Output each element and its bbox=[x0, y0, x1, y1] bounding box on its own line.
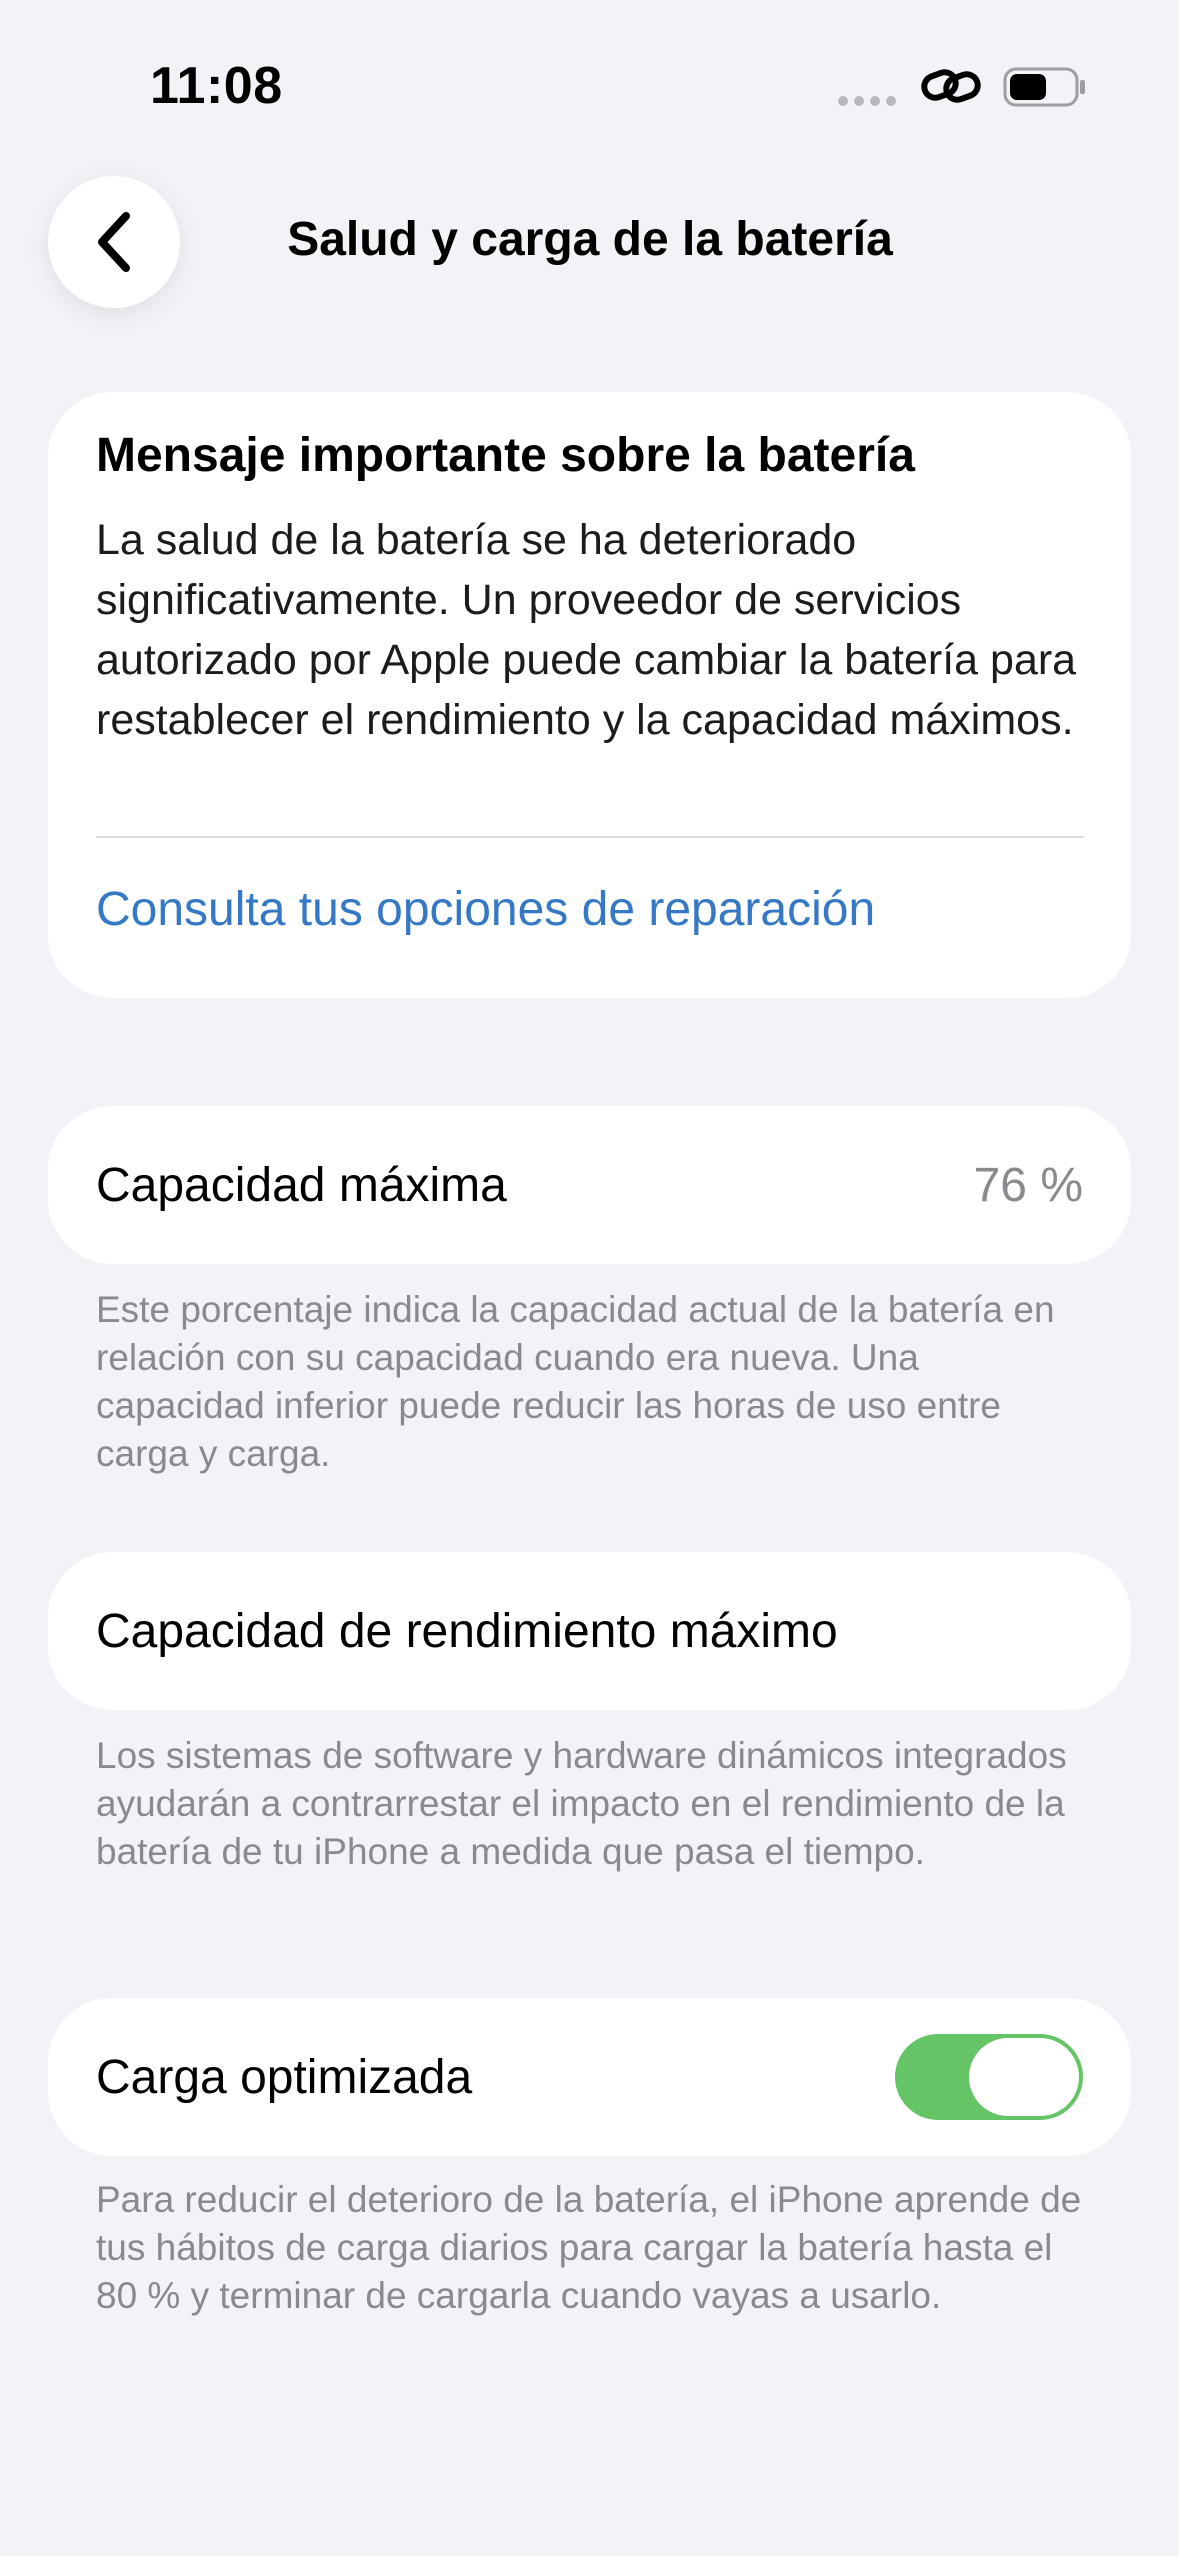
cellular-signal-icon bbox=[838, 96, 896, 106]
toggle-knob bbox=[969, 2038, 1079, 2116]
battery-message-card: Mensaje importante sobre la batería La s… bbox=[48, 392, 1131, 998]
max-capacity-row: Capacidad máxima 76 % bbox=[48, 1106, 1131, 1264]
max-capacity-footnote: Este porcentaje indica la capacidad actu… bbox=[96, 1289, 1055, 1474]
status-bar: 11:08 bbox=[0, 0, 1179, 150]
battery-icon bbox=[1003, 67, 1085, 107]
status-time: 11:08 bbox=[150, 57, 283, 115]
max-capacity-value: 76 % bbox=[973, 1159, 1083, 1212]
battery-message-title: Mensaje importante sobre la batería bbox=[96, 429, 915, 482]
back-button[interactable] bbox=[48, 176, 180, 308]
optimized-charging-label: Carga optimizada bbox=[96, 2051, 473, 2104]
divider bbox=[96, 836, 1084, 838]
max-capacity-label: Capacidad máxima bbox=[96, 1159, 507, 1212]
peak-performance-footnote: Los sistemas de software y hardware diná… bbox=[96, 1735, 1067, 1872]
peak-performance-row: Capacidad de rendimiento máximo bbox=[48, 1552, 1131, 1710]
optimized-charging-row: Carga optimizada bbox=[48, 1998, 1131, 2156]
page-title: Salud y carga de la batería bbox=[287, 213, 893, 266]
optimized-charging-footnote: Para reducir el deterioro de la batería,… bbox=[96, 2179, 1082, 2316]
chevron-left-icon bbox=[98, 212, 130, 272]
repair-options-link[interactable]: Consulta tus opciones de reparación bbox=[96, 882, 875, 937]
optimized-charging-toggle[interactable] bbox=[895, 2034, 1083, 2120]
personal-hotspot-link-icon bbox=[921, 69, 981, 103]
peak-performance-label: Capacidad de rendimiento máximo bbox=[96, 1605, 838, 1658]
battery-message-body: La salud de la batería se ha deteriorado… bbox=[96, 516, 1077, 744]
